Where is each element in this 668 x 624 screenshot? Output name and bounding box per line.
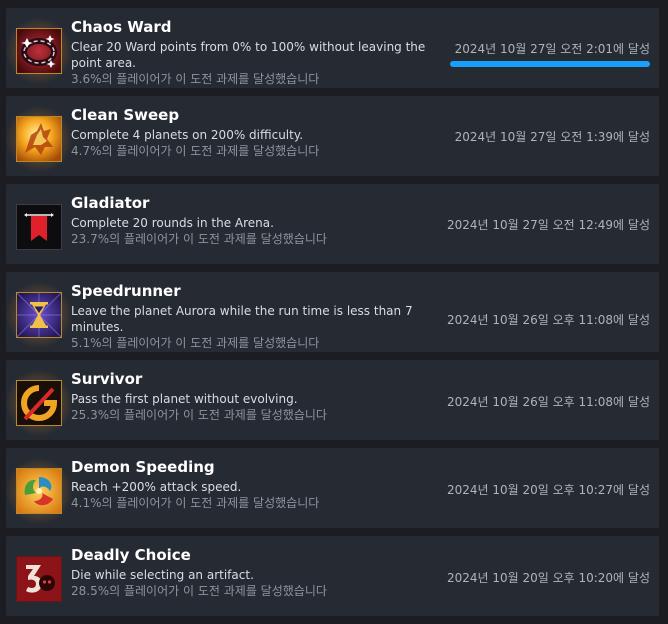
hourglass-icon [16, 292, 62, 338]
percent-suffix: 의 플레이어가 이 도전 과제를 달성했습니다 [101, 72, 320, 86]
achievement-unlock-date: 2024년 10월 27일 오전 1:39에 달성 [454, 130, 650, 144]
achievement-row-clean-sweep[interactable]: Clean Sweep Complete 4 planets on 200% d… [6, 96, 659, 176]
achievement-description: Pass the first planet without evolving. [71, 392, 298, 406]
achievement-text: Demon Speeding Reach +200% attack speed.… [71, 458, 441, 511]
achievement-icon-frame [14, 554, 64, 604]
portal-ring-icon [16, 28, 62, 74]
percent-suffix: 의 플레이어가 이 도전 과제를 달성했습니다 [101, 144, 320, 158]
achievement-icon-frame [14, 202, 64, 252]
achievement-icon-frame [6, 106, 72, 172]
achievement-unlock-date: 2024년 10월 20일 오후 10:20에 달성 [446, 571, 650, 585]
achievement-text: Survivor Pass the first planet without e… [71, 370, 441, 423]
achievement-description: Complete 4 planets on 200% difficulty. [71, 128, 304, 142]
percent-value: 23.7% [71, 232, 110, 246]
achievement-unlock-percent: 28.5%의 플레이어가 이 도전 과제를 달성했습니다 [71, 583, 441, 599]
achievement-title: Clean Sweep [71, 106, 180, 124]
achievement-text: Gladiator Complete 20 rounds in the Aren… [71, 194, 441, 247]
achievement-row-deadly-choice[interactable]: Deadly Choice Die while selecting an art… [6, 536, 659, 616]
achievement-icon-frame [6, 370, 72, 436]
achievement-unlock-date: 2024년 10월 26일 오후 11:08에 달성 [446, 395, 650, 409]
achievement-icon-frame [6, 282, 72, 348]
no-evolve-icon [16, 380, 62, 426]
achievement-title: Speedrunner [71, 282, 181, 300]
achievement-text: Deadly Choice Die while selecting an art… [71, 546, 441, 599]
achievement-description: Die while selecting an artifact. [71, 568, 254, 582]
percent-suffix: 의 플레이어가 이 도전 과제를 달성했습니다 [109, 408, 327, 422]
achievement-title: Demon Speeding [71, 458, 215, 476]
percent-suffix: 의 플레이어가 이 도전 과제를 달성했습니다 [101, 336, 320, 350]
achievement-text: Clean Sweep Complete 4 planets on 200% d… [71, 106, 441, 159]
achievement-title: Gladiator [71, 194, 150, 212]
banner-icon [16, 204, 62, 250]
percent-suffix: 의 플레이어가 이 도전 과제를 달성했습니다 [109, 232, 327, 246]
achievement-unlock-percent: 4.7%의 플레이어가 이 도전 과제를 달성했습니다 [71, 143, 441, 159]
percent-suffix: 의 플레이어가 이 도전 과제를 달성했습니다 [109, 584, 327, 598]
achievement-row-demon-speeding[interactable]: Demon Speeding Reach +200% attack speed.… [6, 448, 659, 528]
achievement-unlock-percent: 23.7%의 플레이어가 이 도전 과제를 달성했습니다 [71, 231, 441, 247]
skull-three-icon [16, 556, 62, 602]
achievement-row-speedrunner[interactable]: Speedrunner Leave the planet Aurora whil… [6, 272, 659, 352]
achievement-row-gladiator[interactable]: Gladiator Complete 20 rounds in the Aren… [6, 184, 659, 264]
achievement-row-chaos-ward[interactable]: Chaos Ward Clear 20 Ward points from 0% … [6, 8, 659, 88]
percent-value: 28.5% [71, 584, 110, 598]
achievement-unlock-percent: 25.3%의 플레이어가 이 도전 과제를 달성했습니다 [71, 407, 441, 423]
percent-value: 4.7% [71, 144, 102, 158]
percent-value: 25.3% [71, 408, 110, 422]
achievement-description: Complete 20 rounds in the Arena. [71, 216, 274, 230]
achievement-unlock-percent: 4.1%의 플레이어가 이 도전 과제를 달성했습니다 [71, 495, 441, 511]
achievement-icon-frame [6, 18, 72, 84]
achievement-unlock-percent: 5.1%의 플레이어가 이 도전 과제를 달성했습니다 [71, 335, 441, 351]
achievement-icon-frame [6, 458, 72, 524]
percent-suffix: 의 플레이어가 이 도전 과제를 달성했습니다 [101, 496, 320, 510]
burning-creature-icon [16, 116, 62, 162]
achievement-unlock-date: 2024년 10월 27일 오전 12:49에 달성 [446, 218, 650, 232]
achievement-text: Speedrunner Leave the planet Aurora whil… [71, 282, 441, 351]
achievement-unlock-percent: 3.6%의 플레이어가 이 도전 과제를 달성했습니다 [71, 71, 441, 87]
achievement-description: Leave the planet Aurora while the run ti… [71, 304, 413, 334]
spiral-speed-icon [16, 468, 62, 514]
achievement-description: Clear 20 Ward points from 0% to 100% wit… [71, 40, 426, 70]
achievement-title: Survivor [71, 370, 143, 388]
achievement-progress-bar [450, 61, 650, 67]
achievement-description: Reach +200% attack speed. [71, 480, 242, 494]
achievement-unlock-date: 2024년 10월 27일 오전 2:01에 달성 [454, 42, 650, 56]
achievement-unlock-date: 2024년 10월 26일 오후 11:08에 달성 [446, 313, 650, 327]
achievement-title: Deadly Choice [71, 546, 191, 564]
achievement-row-survivor[interactable]: Survivor Pass the first planet without e… [6, 360, 659, 440]
percent-value: 3.6% [71, 72, 102, 86]
percent-value: 5.1% [71, 336, 102, 350]
achievement-title: Chaos Ward [71, 18, 172, 36]
percent-value: 4.1% [71, 496, 102, 510]
achievement-text: Chaos Ward Clear 20 Ward points from 0% … [71, 18, 441, 87]
achievement-unlock-date: 2024년 10월 20일 오후 10:27에 달성 [446, 483, 650, 497]
achievement-list: Chaos Ward Clear 20 Ward points from 0% … [6, 8, 659, 624]
